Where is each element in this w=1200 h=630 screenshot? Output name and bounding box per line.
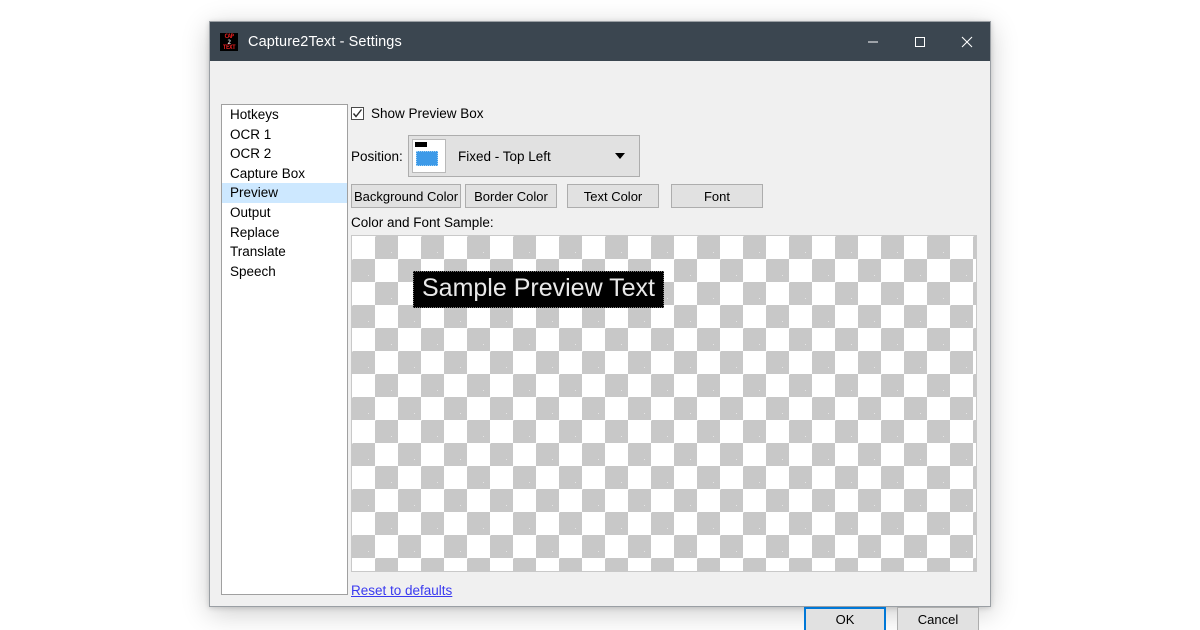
maximize-icon bbox=[914, 36, 926, 48]
thumb-preview-shape bbox=[416, 151, 438, 166]
settings-category-list[interactable]: Hotkeys OCR 1 OCR 2 Capture Box Preview … bbox=[221, 104, 348, 595]
sidebar-item-ocr-2[interactable]: OCR 2 bbox=[222, 144, 347, 164]
position-label: Position: bbox=[351, 148, 403, 164]
thumb-titlebar-shape bbox=[415, 142, 427, 147]
settings-dialog-window: CAP 2 TEXT Capture2Text - Settings Hotke… bbox=[209, 21, 991, 630]
sidebar-item-hotkeys[interactable]: Hotkeys bbox=[222, 105, 347, 125]
show-preview-box-row[interactable]: Show Preview Box bbox=[351, 104, 979, 122]
app-icon: CAP 2 TEXT bbox=[220, 32, 238, 51]
cancel-button[interactable]: Cancel bbox=[897, 607, 979, 630]
sample-preview-text: Sample Preview Text bbox=[422, 274, 655, 302]
ok-button[interactable]: OK bbox=[804, 607, 886, 630]
close-button[interactable] bbox=[943, 22, 990, 61]
text-color-button[interactable]: Text Color bbox=[567, 184, 659, 208]
show-preview-box-checkbox[interactable] bbox=[351, 106, 364, 120]
color-font-button-row: Background Color Border Color Text Color… bbox=[351, 184, 763, 208]
maximize-button[interactable] bbox=[896, 22, 943, 61]
minimize-icon bbox=[867, 36, 879, 48]
preview-box-sample: Sample Preview Text bbox=[413, 271, 664, 308]
window-controls bbox=[849, 22, 990, 61]
screenshot-canvas: CAP 2 TEXT Capture2Text - Settings Hotke… bbox=[0, 0, 1200, 630]
position-row: Position: Fixed - Top Left bbox=[351, 135, 640, 177]
background-color-button[interactable]: Background Color bbox=[351, 184, 461, 208]
font-button[interactable]: Font bbox=[671, 184, 763, 208]
sidebar-item-translate[interactable]: Translate bbox=[222, 242, 347, 262]
sidebar-item-capture-box[interactable]: Capture Box bbox=[222, 164, 347, 184]
sidebar-item-ocr-1[interactable]: OCR 1 bbox=[222, 125, 347, 145]
sidebar-item-output[interactable]: Output bbox=[222, 203, 347, 223]
sidebar-item-replace[interactable]: Replace bbox=[222, 223, 347, 243]
close-icon bbox=[960, 35, 974, 49]
dialog-action-buttons: OK Cancel bbox=[804, 607, 979, 630]
color-font-sample-label: Color and Font Sample: bbox=[351, 215, 494, 230]
sidebar-item-speech[interactable]: Speech bbox=[222, 262, 347, 282]
dialog-body: Hotkeys OCR 1 OCR 2 Capture Box Preview … bbox=[210, 61, 990, 630]
position-selected-value: Fixed - Top Left bbox=[458, 148, 551, 164]
chevron-down-icon bbox=[615, 153, 625, 159]
border-color-button[interactable]: Border Color bbox=[465, 184, 557, 208]
minimize-button[interactable] bbox=[849, 22, 896, 61]
reset-to-defaults-link[interactable]: Reset to defaults bbox=[351, 583, 452, 598]
preview-settings-pane: Show Preview Box Position: Fixed - Top L… bbox=[351, 104, 979, 572]
show-preview-box-label: Show Preview Box bbox=[371, 105, 484, 121]
position-dropdown[interactable]: Fixed - Top Left bbox=[408, 135, 640, 177]
color-font-sample-canvas: Sample Preview Text bbox=[351, 235, 977, 572]
sidebar-item-preview[interactable]: Preview bbox=[222, 183, 347, 203]
window-title: Capture2Text - Settings bbox=[248, 33, 402, 50]
position-top-left-thumb-icon bbox=[412, 139, 446, 173]
app-icon-row-3: TEXT bbox=[222, 43, 236, 51]
title-bar[interactable]: CAP 2 TEXT Capture2Text - Settings bbox=[210, 22, 990, 61]
